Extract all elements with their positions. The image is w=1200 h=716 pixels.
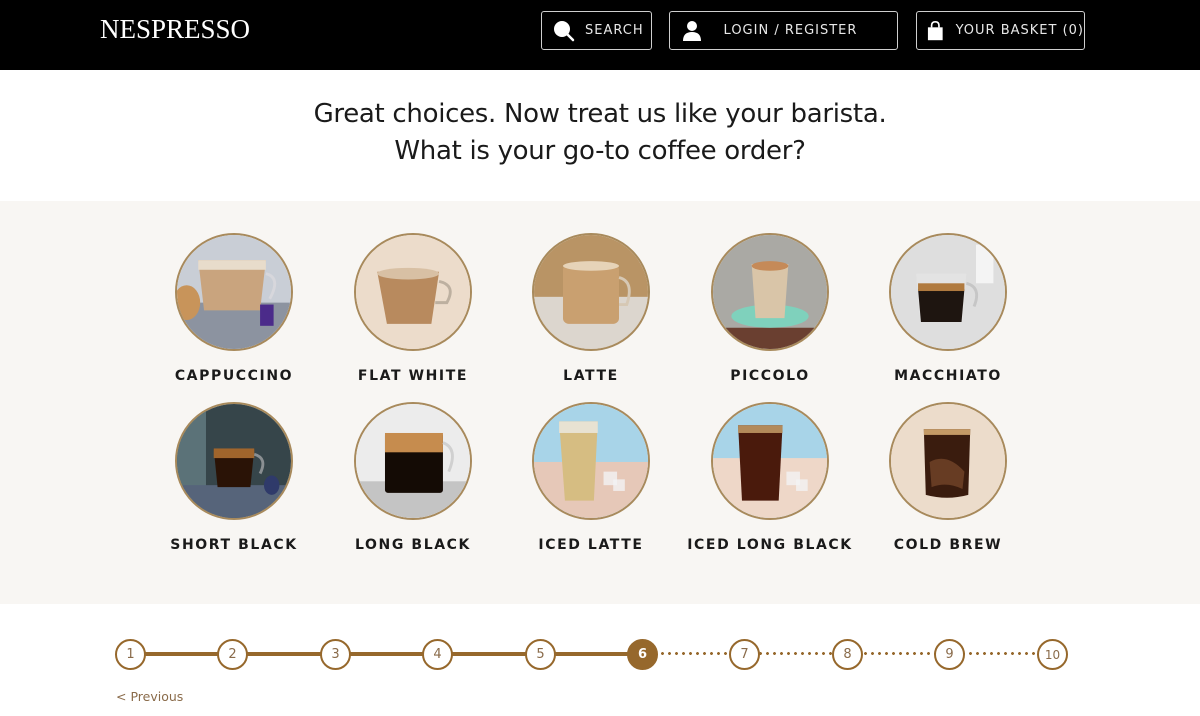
basket-label: YOUR BASKET (0) [955, 23, 1084, 38]
long-black-image [354, 402, 472, 520]
site-header: NESPRESSO SEARCH LOGIN / REGISTER YOUR B… [0, 0, 1200, 70]
step-6-current[interactable]: 6 [627, 639, 658, 670]
coffee-options-panel: CAPPUCCINO FLAT WHITE LATTE PICCOLO MACC… [0, 201, 1200, 604]
latte-image [532, 233, 650, 351]
step-5[interactable]: 5 [525, 639, 556, 670]
step-4[interactable]: 4 [422, 639, 453, 670]
step-3[interactable]: 3 [320, 639, 351, 670]
iced-long-black-image [711, 402, 829, 520]
option-label: FLAT WHITE [357, 368, 469, 384]
step-7[interactable]: 7 [729, 639, 760, 670]
question-title: Great choices. Now treat us like your ba… [0, 96, 1200, 170]
piccolo-image [711, 233, 829, 351]
option-label: MACCHIATO [894, 368, 1002, 384]
nespresso-logo[interactable]: NESPRESSO [100, 12, 250, 46]
option-cappuccino[interactable]: CAPPUCCINO [144, 233, 324, 393]
iced-latte-image [532, 402, 650, 520]
question-line-2: What is your go-to coffee order? [394, 136, 806, 166]
shopping-bag-icon [927, 20, 943, 40]
option-flat-white[interactable]: FLAT WHITE [323, 233, 503, 393]
login-register-button[interactable]: LOGIN / REGISTER [669, 11, 898, 50]
previous-link[interactable]: < Previous [116, 689, 183, 704]
option-label: SHORT BLACK [170, 537, 298, 553]
search-icon [554, 20, 575, 41]
cappuccino-image [175, 233, 293, 351]
option-latte[interactable]: LATTE [501, 233, 681, 393]
option-label: COLD BREW [893, 537, 1003, 553]
search-button[interactable]: SEARCH [541, 11, 652, 50]
option-label: LONG BLACK [355, 537, 471, 553]
question-line-1: Great choices. Now treat us like your ba… [313, 99, 887, 129]
option-piccolo[interactable]: PICCOLO [680, 233, 860, 393]
option-iced-long-black[interactable]: ICED LONG BLACK [680, 402, 860, 562]
flat-white-image [354, 233, 472, 351]
progress-stepper: 1 2 3 4 5 6 7 8 9 10 [0, 630, 1200, 680]
cold-brew-image [889, 402, 1007, 520]
short-black-image [175, 402, 293, 520]
login-register-label: LOGIN / REGISTER [723, 23, 858, 38]
step-8[interactable]: 8 [832, 639, 863, 670]
option-cold-brew[interactable]: COLD BREW [858, 402, 1038, 562]
option-macchiato[interactable]: MACCHIATO [858, 233, 1038, 393]
step-9[interactable]: 9 [934, 639, 965, 670]
search-label: SEARCH [585, 23, 644, 38]
option-label: PICCOLO [730, 368, 810, 384]
option-long-black[interactable]: LONG BLACK [323, 402, 503, 562]
option-short-black[interactable]: SHORT BLACK [144, 402, 324, 562]
option-label: ICED LATTE [538, 537, 644, 553]
macchiato-image [889, 233, 1007, 351]
step-10[interactable]: 10 [1037, 639, 1068, 670]
basket-button[interactable]: YOUR BASKET (0) [916, 11, 1085, 50]
progress-track-completed [130, 652, 643, 656]
option-label: LATTE [563, 368, 619, 384]
option-label: ICED LONG BLACK [687, 537, 853, 553]
option-iced-latte[interactable]: ICED LATTE [501, 402, 681, 562]
step-2[interactable]: 2 [217, 639, 248, 670]
option-label: CAPPUCCINO [174, 368, 294, 384]
step-1[interactable]: 1 [115, 639, 146, 670]
